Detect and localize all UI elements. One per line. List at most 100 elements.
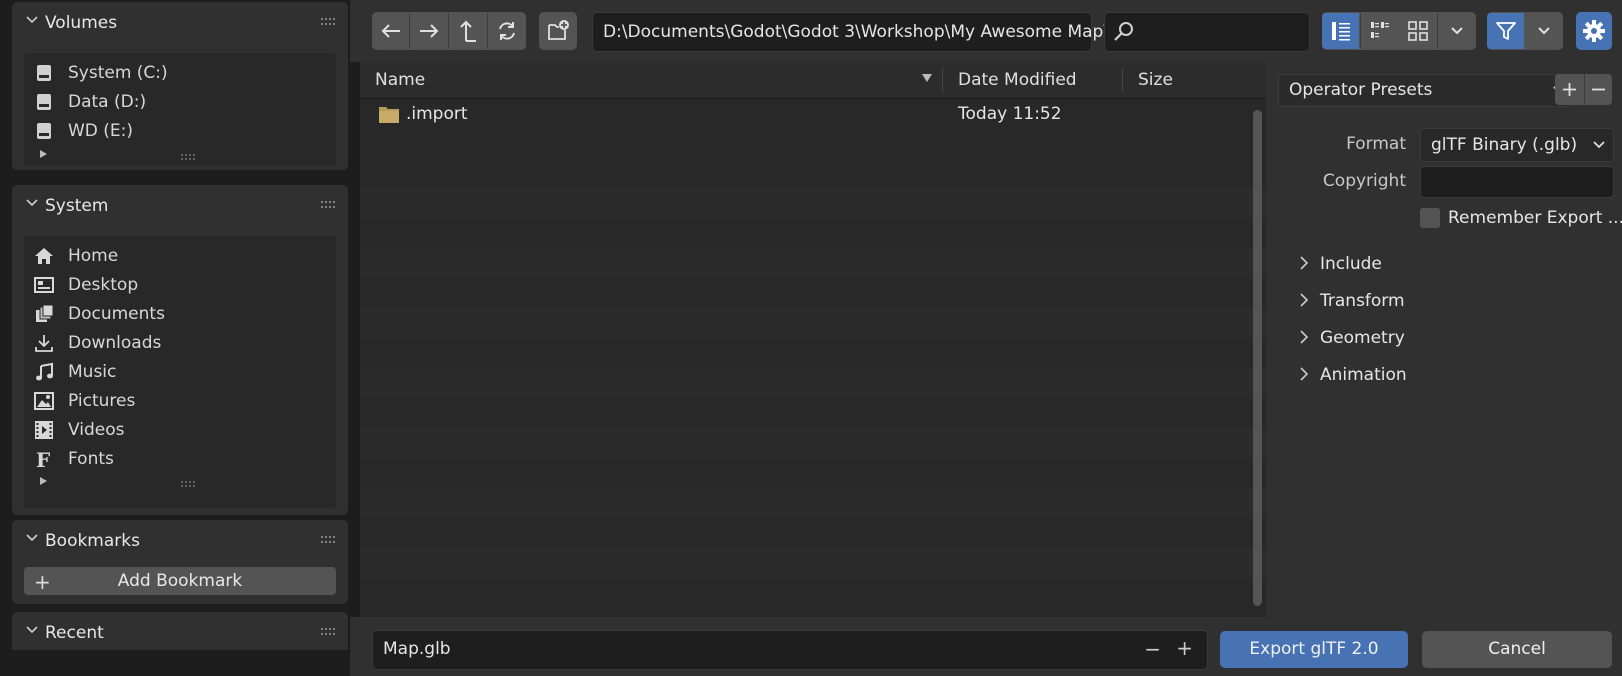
system-list: Home Desktop Documents Downloads Music P…: [24, 236, 336, 508]
operator-presets-dropdown[interactable]: Operator Presets: [1278, 74, 1574, 107]
drag-handle-icon[interactable]: [320, 626, 336, 638]
cancel-button[interactable]: Cancel: [1422, 631, 1612, 668]
export-button[interactable]: Export glTF 2.0: [1220, 631, 1408, 668]
home-icon: [35, 248, 53, 264]
sidebar-item-home[interactable]: Home: [24, 241, 336, 271]
format-label: Format: [1346, 134, 1406, 154]
filter-options-dropdown[interactable]: [1525, 13, 1563, 49]
desktop-icon: [34, 277, 54, 293]
sidebar-item-label: Home: [68, 246, 119, 266]
chevron-right-icon: [1300, 330, 1309, 344]
column-header-size[interactable]: Size: [1138, 70, 1173, 90]
sidebar-item-music[interactable]: Music: [24, 357, 336, 387]
resize-grip-icon[interactable]: [180, 480, 198, 488]
chevron-down-icon: [26, 534, 38, 542]
back-button[interactable]: [372, 13, 410, 49]
panel-title: Recent: [45, 623, 104, 643]
operator-presets-label: Operator Presets: [1289, 80, 1433, 100]
volumes-panel-header[interactable]: Volumes: [12, 2, 348, 42]
copyright-label: Copyright: [1322, 171, 1406, 191]
column-divider[interactable]: [1122, 68, 1123, 92]
expand-triangle-icon[interactable]: [40, 477, 47, 485]
remove-preset-button[interactable]: [1585, 74, 1612, 105]
sidebar-item-volume-d[interactable]: Data (D:): [24, 87, 336, 117]
grid-icon: [1408, 21, 1428, 41]
column-header-name[interactable]: Name: [375, 70, 425, 90]
sort-descending-icon[interactable]: [922, 74, 932, 82]
volumes-panel: Volumes System (C:) Data (D:) WD (E:): [12, 2, 348, 170]
remember-export-label: Remember Export ...: [1448, 208, 1622, 228]
sidebar-item-volume-c[interactable]: System (C:): [24, 58, 336, 88]
search-input[interactable]: [1104, 12, 1310, 52]
directory-path-input[interactable]: D:\Documents\Godot\Godot 3\Workshop\My A…: [592, 12, 1109, 52]
sidebar: Volumes System (C:) Data (D:) WD (E:) Sy…: [0, 0, 350, 676]
drive-icon: [37, 123, 51, 139]
chevron-down-icon: [26, 199, 38, 207]
fonts-icon: F: [36, 449, 50, 469]
resize-grip-icon[interactable]: [180, 153, 198, 161]
table-row[interactable]: .import Today 11:52: [360, 99, 1266, 130]
sidebar-item-downloads[interactable]: Downloads: [24, 328, 336, 358]
filename-value: Map.glb: [383, 639, 451, 659]
system-panel: System Home Desktop Documents Downloads: [12, 185, 348, 515]
thumbnail-view-button[interactable]: [1399, 13, 1438, 49]
parent-directory-button[interactable]: [449, 13, 488, 49]
section-geometry[interactable]: Geometry: [1298, 324, 1598, 354]
folder-icon: [379, 107, 399, 123]
forward-button[interactable]: [410, 13, 449, 49]
sidebar-item-pictures[interactable]: Pictures: [24, 386, 336, 416]
drag-handle-icon[interactable]: [320, 534, 336, 546]
chevron-down-icon: [26, 16, 38, 24]
volumes-list: System (C:) Data (D:) WD (E:): [24, 53, 336, 166]
sidebar-item-label: Data (D:): [68, 92, 147, 112]
remember-export-checkbox[interactable]: [1420, 208, 1440, 228]
recent-panel: Recent: [12, 612, 348, 650]
sidebar-item-fonts[interactable]: F Fonts: [24, 444, 336, 474]
new-folder-icon: [548, 20, 569, 40]
new-folder-button[interactable]: [539, 12, 577, 50]
sidebar-item-label: Music: [68, 362, 117, 382]
section-label: Animation: [1320, 365, 1407, 385]
sidebar-item-desktop[interactable]: Desktop: [24, 270, 336, 300]
system-panel-header[interactable]: System: [12, 185, 348, 225]
list-view-icon: [1332, 22, 1350, 41]
file-date: Today 11:52: [958, 104, 1062, 124]
arrow-left-icon: [381, 24, 400, 38]
arrow-up-icon: [460, 20, 476, 42]
documents-icon: [36, 304, 54, 322]
chevron-right-icon: [1300, 367, 1309, 381]
videos-icon: [35, 421, 53, 439]
filename-input[interactable]: Map.glb − +: [372, 630, 1208, 670]
increment-filename-button[interactable]: +: [1176, 636, 1193, 660]
row-stripe: [360, 428, 1266, 458]
sidebar-item-videos[interactable]: Videos: [24, 415, 336, 445]
vertical-list-view-button[interactable]: [1322, 13, 1359, 49]
refresh-button[interactable]: [488, 13, 526, 49]
sidebar-item-documents[interactable]: Documents: [24, 299, 336, 329]
horizontal-list-view-button[interactable]: [1360, 13, 1400, 49]
music-icon: [36, 362, 53, 381]
add-bookmark-button[interactable]: + Add Bookmark: [24, 567, 336, 595]
expand-triangle-icon[interactable]: [40, 150, 47, 158]
drag-handle-icon[interactable]: [320, 16, 336, 28]
cancel-button-label: Cancel: [1488, 639, 1546, 659]
section-animation[interactable]: Animation: [1298, 361, 1598, 391]
copyright-field[interactable]: [1420, 166, 1614, 198]
section-include[interactable]: Include: [1298, 250, 1598, 280]
filter-toggle-button[interactable]: [1487, 13, 1524, 49]
column-divider[interactable]: [942, 68, 943, 92]
decrement-filename-button[interactable]: −: [1144, 637, 1161, 661]
display-options-dropdown[interactable]: [1438, 13, 1476, 49]
section-transform[interactable]: Transform: [1298, 287, 1598, 317]
sidebar-item-volume-e[interactable]: WD (E:): [24, 116, 336, 146]
settings-button[interactable]: [1576, 12, 1612, 50]
format-select[interactable]: glTF Binary (.glb): [1420, 128, 1614, 162]
recent-panel-header[interactable]: Recent: [12, 612, 348, 652]
navigation-button-group: [372, 12, 526, 50]
drag-handle-icon[interactable]: [320, 199, 336, 211]
bookmarks-panel-header[interactable]: Bookmarks: [12, 520, 348, 560]
directory-path-value: D:\Documents\Godot\Godot 3\Workshop\My A…: [603, 22, 1110, 42]
file-name: .import: [406, 104, 468, 124]
add-preset-button[interactable]: [1555, 74, 1585, 105]
column-header-date[interactable]: Date Modified: [958, 70, 1077, 90]
